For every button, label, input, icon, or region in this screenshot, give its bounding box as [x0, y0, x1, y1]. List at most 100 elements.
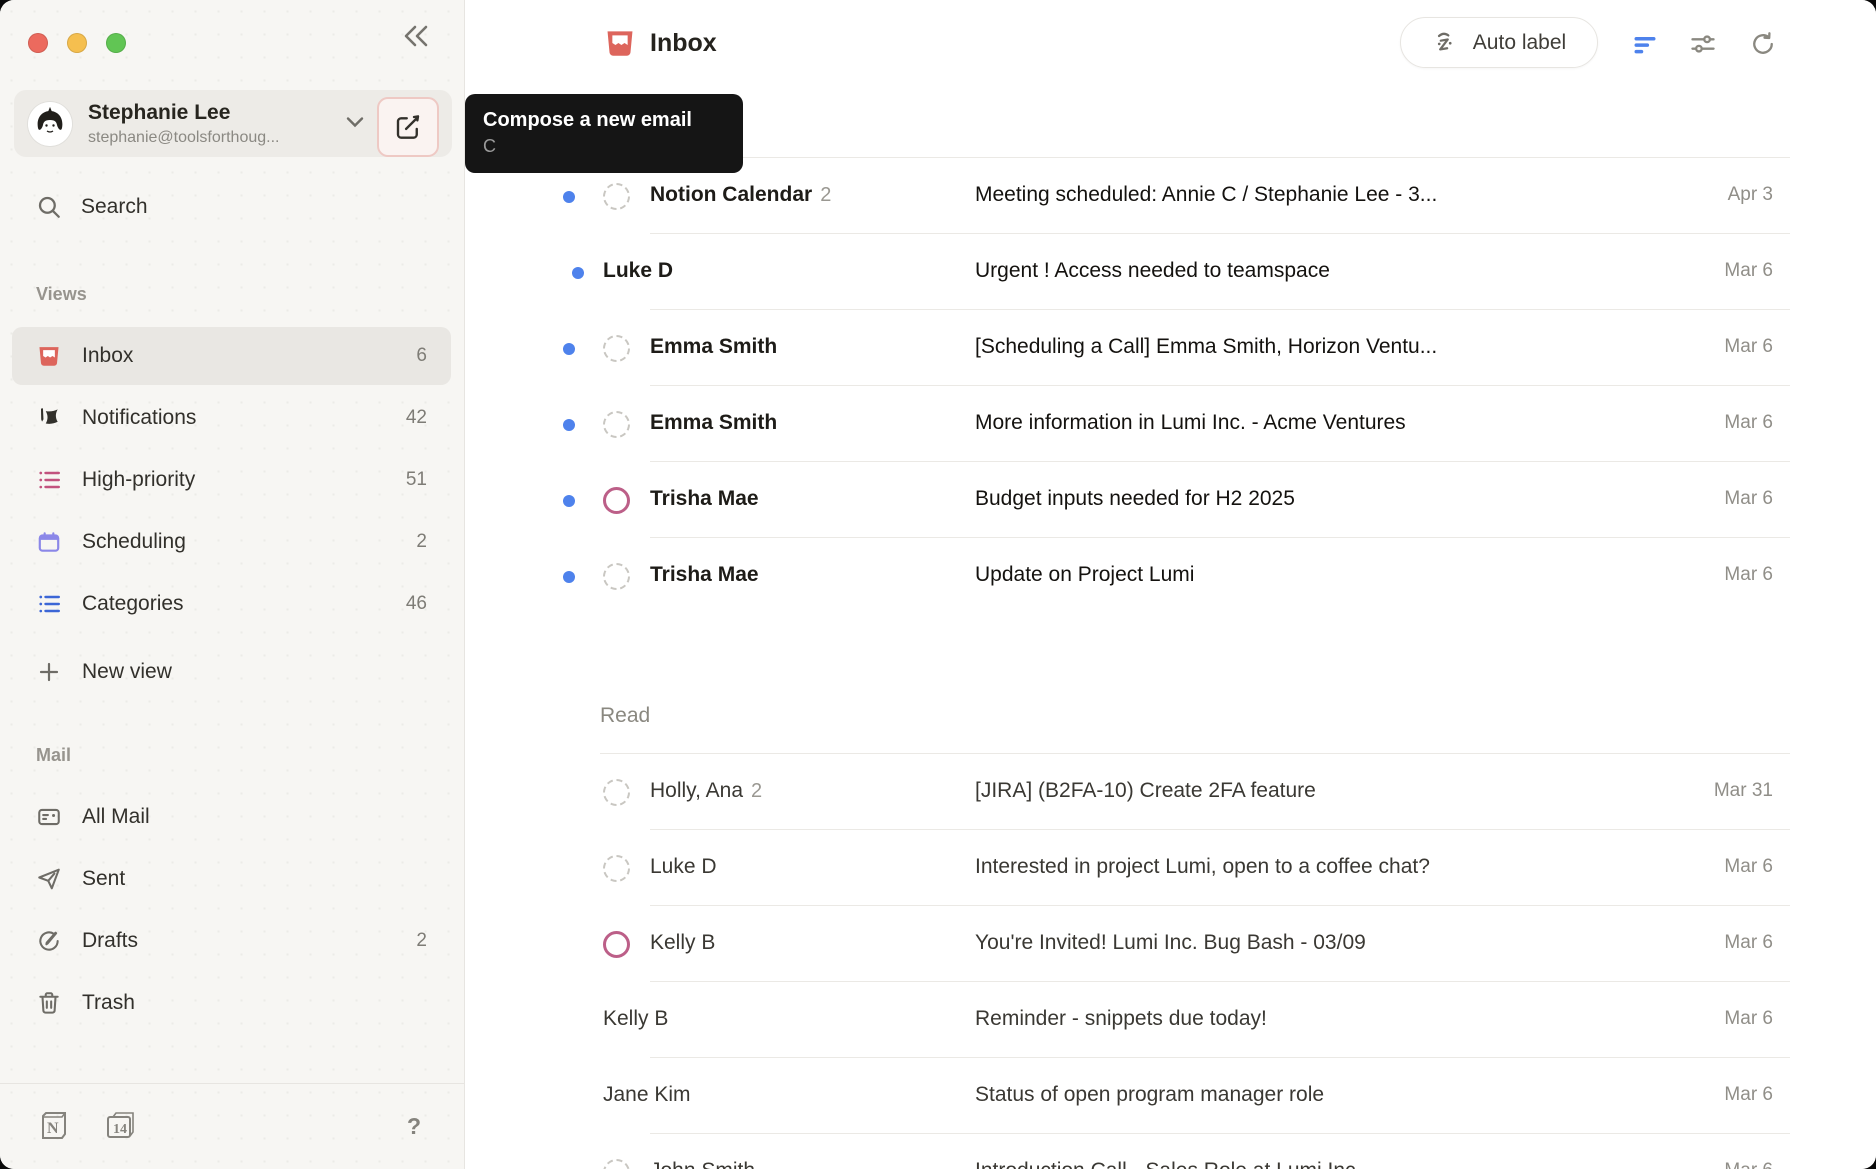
- avatar-placeholder-icon[interactable]: [603, 1159, 630, 1169]
- profile-info: Stephanie Lee stephanie@toolsforthoug...: [88, 100, 279, 147]
- email-sender: Notion Calendar2: [650, 183, 831, 207]
- sidebar-item-sent[interactable]: Sent: [12, 850, 451, 908]
- account-switcher[interactable]: Stephanie Lee stephanie@toolsforthoug...: [14, 90, 452, 157]
- email-subject: Status of open program manager role: [975, 1083, 1324, 1107]
- email-date: Mar 6: [1724, 932, 1773, 954]
- email-sender: Kelly B: [650, 931, 715, 955]
- app-window: Stephanie Lee stephanie@toolsforthoug...…: [0, 0, 1876, 1169]
- email-date: Mar 6: [1724, 1160, 1773, 1169]
- email-date: Mar 6: [1724, 336, 1773, 358]
- compose-button[interactable]: [377, 97, 439, 157]
- profile-email: stephanie@toolsforthoug...: [88, 128, 279, 147]
- avatar-placeholder-icon[interactable]: [603, 183, 630, 210]
- sidebar-item-all-mail[interactable]: All Mail: [12, 788, 451, 846]
- sidebar-item-categories[interactable]: Categories 46: [12, 575, 451, 633]
- email-row[interactable]: Emma Smith [Scheduling a Call] Emma Smit…: [465, 310, 1876, 386]
- read-email-list: Holly, Ana2 [JIRA] (B2FA-10) Create 2FA …: [465, 754, 1876, 1169]
- sidebar-item-trash[interactable]: Trash: [12, 974, 451, 1032]
- new-view-label: New view: [82, 660, 172, 684]
- refresh-button[interactable]: [1745, 26, 1781, 62]
- avatar-placeholder-icon[interactable]: [603, 779, 630, 806]
- email-subject: [JIRA] (B2FA-10) Create 2FA feature: [975, 779, 1316, 803]
- email-sender: Trisha Mae: [650, 487, 759, 511]
- email-row[interactable]: Holly, Ana2 [JIRA] (B2FA-10) Create 2FA …: [465, 754, 1876, 830]
- avatar: [28, 102, 72, 146]
- email-row[interactable]: Trisha Mae Budget inputs needed for H2 2…: [465, 462, 1876, 538]
- email-date: Mar 6: [1724, 488, 1773, 510]
- zoom-window-button[interactable]: [106, 33, 126, 53]
- sliders-button[interactable]: [1685, 26, 1721, 62]
- sidebar-item-high-priority[interactable]: High-priority 51: [12, 451, 451, 509]
- item-count: 6: [416, 345, 427, 367]
- sidebar-item-scheduling[interactable]: Scheduling 2: [12, 513, 451, 571]
- email-sender: Luke D: [603, 259, 673, 283]
- list-blue-icon: [36, 591, 62, 617]
- read-section-header: Read: [600, 704, 650, 728]
- sidebar-item-notifications[interactable]: Notifications 42: [12, 389, 451, 447]
- email-subject: Reminder - snippets due today!: [975, 1007, 1267, 1031]
- email-date: Mar 31: [1714, 780, 1773, 802]
- email-row[interactable]: Jane Kim Status of open program manager …: [465, 1058, 1876, 1134]
- sidebar-item-label: High-priority: [82, 468, 195, 492]
- email-row[interactable]: Emma Smith More information in Lumi Inc.…: [465, 386, 1876, 462]
- unread-dot-icon: [563, 419, 575, 431]
- email-row[interactable]: Kelly B You're Invited! Lumi Inc. Bug Ba…: [465, 906, 1876, 982]
- avatar-placeholder-icon[interactable]: [603, 335, 630, 362]
- email-date: Mar 6: [1724, 564, 1773, 586]
- sidebar-item-label: Inbox: [82, 344, 133, 368]
- thread-count: 2: [820, 184, 831, 206]
- notion-app-icon[interactable]: N: [36, 1108, 72, 1144]
- email-subject: Urgent ! Access needed to teamspace: [975, 259, 1330, 283]
- close-window-button[interactable]: [28, 33, 48, 53]
- sidebar-item-label: Notifications: [82, 406, 196, 430]
- item-count: 42: [406, 407, 427, 429]
- unread-dot-icon: [572, 267, 584, 279]
- mail-section-label: Mail: [36, 745, 71, 766]
- tooltip-shortcut: C: [483, 134, 725, 158]
- new-view-button[interactable]: New view: [12, 643, 451, 701]
- email-subject: Meeting scheduled: Annie C / Stephanie L…: [975, 183, 1437, 207]
- email-subject: More information in Lumi Inc. - Acme Ven…: [975, 411, 1406, 435]
- profile-name: Stephanie Lee: [88, 100, 279, 126]
- avatar-placeholder-icon[interactable]: [603, 563, 630, 590]
- email-row[interactable]: Trisha Mae Update on Project Lumi Mar 6: [465, 538, 1876, 614]
- collapse-sidebar-icon[interactable]: [396, 17, 436, 55]
- help-button[interactable]: ?: [396, 1108, 432, 1144]
- email-sender: Luke D: [650, 855, 717, 879]
- avatar-placeholder-icon[interactable]: [603, 487, 630, 514]
- sidebar-item-label: Categories: [82, 592, 184, 616]
- email-date: Mar 6: [1724, 260, 1773, 282]
- notifications-icon: [36, 405, 62, 431]
- sidebar-bottom-bar: N 14: [36, 1108, 138, 1144]
- plus-icon: [36, 659, 62, 685]
- sidebar-item-label: Scheduling: [82, 530, 186, 554]
- email-row[interactable]: John Smith Introduction Call - Sales Rol…: [465, 1134, 1876, 1169]
- sidebar-item-label: Trash: [82, 991, 135, 1015]
- item-count: 46: [406, 593, 427, 615]
- unread-dot-icon: [563, 495, 575, 507]
- filter-button[interactable]: [1627, 26, 1663, 62]
- email-date: Mar 6: [1724, 856, 1773, 878]
- search-button[interactable]: Search: [12, 179, 452, 235]
- email-sender: Trisha Mae: [650, 563, 759, 587]
- avatar-placeholder-icon[interactable]: [603, 411, 630, 438]
- email-row[interactable]: Luke D Interested in project Lumi, open …: [465, 830, 1876, 906]
- email-sender: Kelly B: [603, 1007, 668, 1031]
- notion-calendar-app-icon[interactable]: 14: [102, 1108, 138, 1144]
- avatar-placeholder-icon[interactable]: [603, 855, 630, 882]
- sidebar-item-drafts[interactable]: Drafts 2: [12, 912, 451, 970]
- email-row[interactable]: Luke D Urgent ! Access needed to teamspa…: [465, 234, 1876, 310]
- email-sender: John Smith: [650, 1159, 755, 1169]
- thread-count: 2: [751, 780, 762, 802]
- sidebar-item-inbox[interactable]: Inbox 6: [12, 327, 451, 385]
- minimize-window-button[interactable]: [67, 33, 87, 53]
- sidebar-item-label: Drafts: [82, 929, 138, 953]
- unread-email-list: Notion Calendar2 Meeting scheduled: Anni…: [465, 158, 1876, 614]
- new-view-container: New view: [12, 643, 451, 705]
- auto-label-button[interactable]: Auto label: [1400, 17, 1598, 68]
- email-subject: You're Invited! Lumi Inc. Bug Bash - 03/…: [975, 931, 1366, 955]
- filter-icon: [1631, 30, 1659, 58]
- email-row[interactable]: Kelly B Reminder - snippets due today! M…: [465, 982, 1876, 1058]
- unread-dot-icon: [563, 343, 575, 355]
- avatar-placeholder-icon[interactable]: [603, 931, 630, 958]
